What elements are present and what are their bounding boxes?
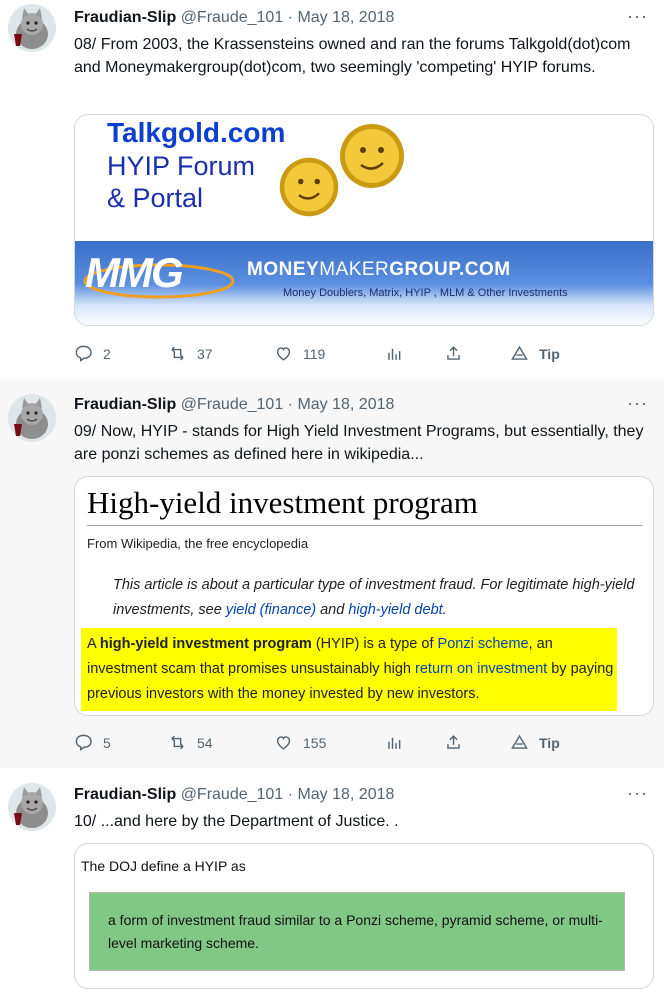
- share-icon: [447, 346, 460, 360]
- return-on-investment-link[interactable]: return on investment: [415, 661, 547, 677]
- high-yield-debt-link[interactable]: high-yield debt: [348, 602, 442, 618]
- heart-icon: [276, 736, 291, 750]
- more-options-icon[interactable]: ···: [627, 6, 648, 27]
- tweet-08[interactable]: Fraudian-Slip @Fraude_101 · May 18, 2018…: [0, 0, 664, 379]
- tip-icon: [511, 734, 528, 749]
- analytics-icon: [388, 348, 401, 360]
- talkgold-sub2: & Portal: [107, 183, 204, 213]
- talkgold-title: Talkgold.com: [107, 117, 286, 148]
- wiki-divider: [87, 525, 643, 526]
- reply-icon: [75, 345, 92, 363]
- more-options-icon[interactable]: ···: [627, 393, 648, 414]
- tweet-10[interactable]: Fraudian-Slip @Fraude_101 · May 18, 2018…: [0, 768, 664, 999]
- tweet-text: 10/ ...and here by the Department of Jus…: [74, 813, 399, 830]
- reply-icon: [75, 734, 92, 752]
- heart-icon: [276, 347, 291, 361]
- yield-finance-link[interactable]: yield (finance): [226, 602, 316, 618]
- analytics-icon: [388, 737, 401, 749]
- like-button[interactable]: 119: [274, 344, 325, 363]
- tweet-text: 08/ From 2003, the Krassensteins owned a…: [74, 36, 631, 76]
- author-handle-date[interactable]: @Fraude_101 · May 18, 2018: [181, 396, 395, 413]
- moneymakergroup-banner: MMG MONEYMAKERGROUP.COM Money Doublers, …: [75, 241, 653, 325]
- tweet-actions: 2 37 119 Tip: [74, 344, 564, 368]
- doj-quote-box: a form of investment fraud similar to a …: [89, 892, 625, 971]
- avatar[interactable]: [8, 4, 56, 52]
- wiki-body: A high-yield investment program (HYIP) i…: [87, 636, 614, 702]
- wikipedia-image[interactable]: High-yield investment program From Wikip…: [74, 476, 654, 716]
- avatar[interactable]: [8, 394, 56, 442]
- share-icon: [447, 735, 460, 749]
- retweet-button[interactable]: 54: [168, 733, 213, 752]
- reply-button[interactable]: 2: [74, 344, 111, 363]
- more-options-icon[interactable]: ···: [627, 783, 648, 804]
- gold-coin-icon: [279, 157, 339, 217]
- tweet-text: 09/ Now, HYIP - stands for High Yield In…: [74, 423, 644, 463]
- author-handle-date[interactable]: @Fraude_101 · May 18, 2018: [181, 9, 395, 26]
- analytics-button[interactable]: [385, 733, 414, 752]
- wiki-from: From Wikipedia, the free encyclopedia: [87, 536, 309, 551]
- talkgold-image[interactable]: Talkgold.com HYIP Forum & Portal MMG MON…: [74, 114, 654, 326]
- tip-button[interactable]: Tip: [510, 344, 560, 363]
- wiki-title: High-yield investment program: [87, 485, 478, 520]
- wiki-hatnote: This article is about a particular type …: [113, 577, 635, 618]
- doj-image[interactable]: The DOJ define a HYIP as a form of inves…: [74, 843, 654, 989]
- tip-icon: [511, 345, 528, 360]
- gold-coin-icon: [340, 124, 404, 188]
- moneymakergroup-brand: MONEYMAKERGROUP.COM: [247, 259, 511, 280]
- tweet-09[interactable]: Fraudian-Slip @Fraude_101 · May 18, 2018…: [0, 379, 664, 768]
- analytics-button[interactable]: [385, 344, 414, 363]
- avatar[interactable]: [8, 783, 56, 831]
- mmg-logo: MMG: [85, 249, 184, 296]
- tip-button[interactable]: Tip: [510, 733, 560, 752]
- talkgold-sub1: HYIP Forum: [107, 151, 256, 181]
- tweet-actions: 5 54 155 Tip: [74, 733, 564, 757]
- doj-quote: a form of investment fraud similar to a …: [108, 912, 603, 951]
- retweet-icon: [171, 346, 184, 361]
- author-name[interactable]: Fraudian-Slip: [74, 786, 176, 803]
- moneymakergroup-tagline: Money Doublers, Matrix, HYIP , MLM & Oth…: [283, 287, 568, 299]
- reply-button[interactable]: 5: [74, 733, 111, 752]
- author-name[interactable]: Fraudian-Slip: [74, 396, 176, 413]
- share-button[interactable]: [444, 344, 473, 363]
- retweet-icon: [171, 735, 184, 750]
- doj-label: The DOJ define a HYIP as: [81, 858, 246, 874]
- author-handle-date[interactable]: @Fraude_101 · May 18, 2018: [181, 786, 395, 803]
- retweet-button[interactable]: 37: [168, 344, 213, 363]
- ponzi-scheme-link[interactable]: Ponzi scheme: [438, 636, 529, 652]
- like-button[interactable]: 155: [274, 733, 326, 752]
- author-name[interactable]: Fraudian-Slip: [74, 9, 176, 26]
- share-button[interactable]: [444, 733, 473, 752]
